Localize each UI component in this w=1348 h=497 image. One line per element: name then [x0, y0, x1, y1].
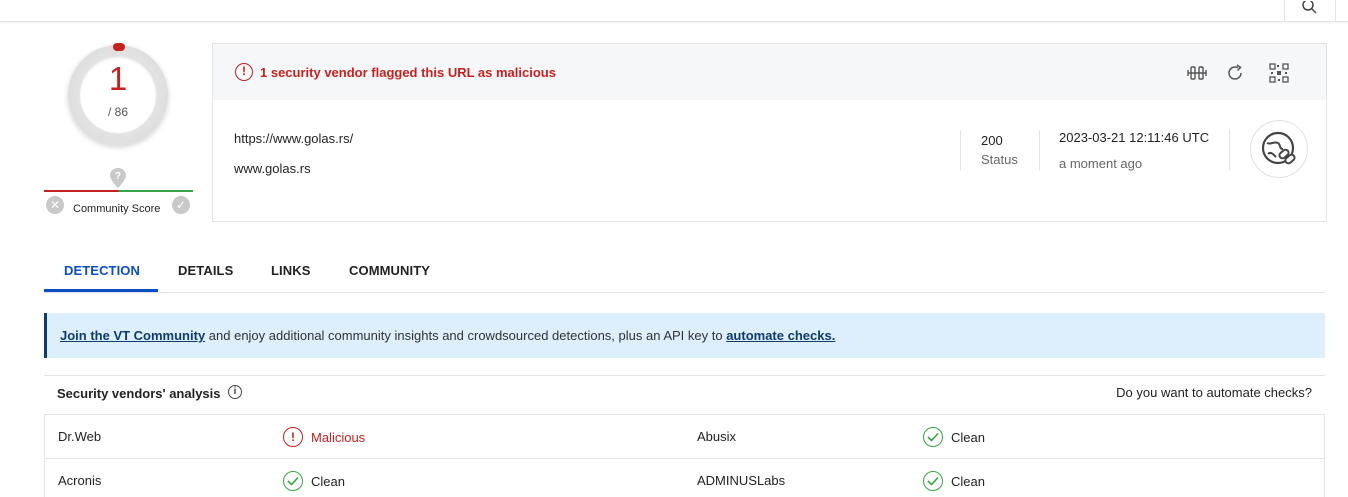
vendors-analysis-title: Security vendors' analysis	[57, 386, 221, 401]
banner-text: and enjoy additional community insights …	[205, 328, 727, 343]
reanalyze-icon	[1228, 64, 1242, 80]
http-status-code: 200	[981, 133, 1003, 148]
alert-icon: !	[283, 427, 303, 447]
vendor-name: Acronis	[58, 473, 102, 488]
vendor-result: Clean	[923, 427, 985, 447]
search-button[interactable]	[1284, 0, 1336, 22]
alert-message: 1 security vendor flagged this URL as ma…	[260, 65, 556, 80]
automate-checks-link[interactable]: automate checks.	[726, 328, 835, 343]
scanned-url: https://www.golas.rs/	[234, 131, 354, 146]
vote-harmless-button[interactable]: ✓	[172, 196, 190, 214]
result-label: Clean	[951, 429, 985, 445]
alert-header: ! 1 security vendor flagged this URL as …	[213, 44, 1326, 100]
check-icon	[283, 471, 303, 491]
alert-icon: !	[235, 63, 253, 81]
score-marker	[113, 43, 125, 51]
divider	[1229, 130, 1230, 170]
active-tab-indicator	[44, 289, 158, 292]
divider	[1039, 130, 1040, 170]
http-status-label: Status	[981, 152, 1018, 167]
detection-score-ring: 1 / 86	[68, 43, 168, 145]
result-tabs: DETECTION DETAILS LINKS COMMUNITY	[44, 254, 1325, 293]
analysis-relative-time: a moment ago	[1059, 156, 1143, 171]
top-bar	[0, 0, 1348, 22]
detection-count: 1	[108, 60, 128, 97]
qr-code-button[interactable]	[1267, 61, 1291, 85]
compare-icon	[1187, 66, 1207, 80]
close-icon: ✕	[49, 198, 61, 212]
question-pin-icon: ?	[110, 168, 126, 188]
engine-total: / 86	[107, 105, 128, 119]
community-score: ? ✕ Community Score ✓	[44, 165, 194, 220]
community-score-bar	[44, 190, 193, 192]
tab-community[interactable]: COMMUNITY	[349, 263, 430, 278]
url-type-badge	[1250, 120, 1308, 178]
reanalyze-button[interactable]	[1223, 61, 1247, 85]
vendor-name: Dr.Web	[58, 429, 102, 444]
vendor-result: Clean	[923, 471, 985, 491]
qr-code-icon	[1269, 63, 1289, 83]
vendors-table: Dr.Web ! Malicious Abusix Clean Acronis …	[44, 414, 1325, 497]
result-label: Clean	[311, 473, 345, 489]
analysis-date: 2023-03-21 12:11:46 UTC	[1059, 130, 1210, 145]
tab-detection[interactable]: DETECTION	[64, 263, 140, 278]
vendor-name: Abusix	[697, 429, 737, 444]
tab-details[interactable]: DETAILS	[178, 263, 233, 278]
scanned-host[interactable]: www.golas.rs	[234, 161, 311, 176]
tab-links[interactable]: LINKS	[271, 263, 311, 278]
vendor-name: ADMINUSLabs	[697, 473, 786, 488]
result-label: Malicious	[311, 429, 366, 445]
divider	[960, 130, 961, 170]
url-summary-card: ! 1 security vendor flagged this URL as …	[212, 43, 1327, 222]
compare-button[interactable]	[1185, 61, 1209, 85]
community-score-label: Community Score	[73, 203, 161, 215]
check-icon	[923, 471, 943, 491]
automate-checks-prompt[interactable]: Do you want to automate checks?	[1116, 385, 1312, 400]
check-icon: ✓	[175, 198, 187, 212]
vendor-result: Clean	[283, 471, 345, 491]
community-banner: Join the VT Community and enjoy addition…	[44, 313, 1325, 358]
check-icon	[923, 427, 943, 447]
info-icon[interactable]: i	[228, 385, 242, 399]
vendor-result: ! Malicious	[283, 427, 365, 447]
search-icon	[1302, 1, 1317, 14]
table-row: Acronis Clean ADMINUSLabs Clean	[45, 459, 1324, 497]
globe-link-icon	[1261, 131, 1296, 165]
vendors-analysis-header: Security vendors' analysis i Do you want…	[44, 375, 1325, 408]
join-community-link[interactable]: Join the VT Community	[60, 328, 205, 343]
svg-text:?: ?	[115, 171, 121, 182]
result-label: Clean	[951, 473, 985, 489]
table-row: Dr.Web ! Malicious Abusix Clean	[45, 415, 1324, 459]
vote-malicious-button[interactable]: ✕	[46, 196, 64, 214]
